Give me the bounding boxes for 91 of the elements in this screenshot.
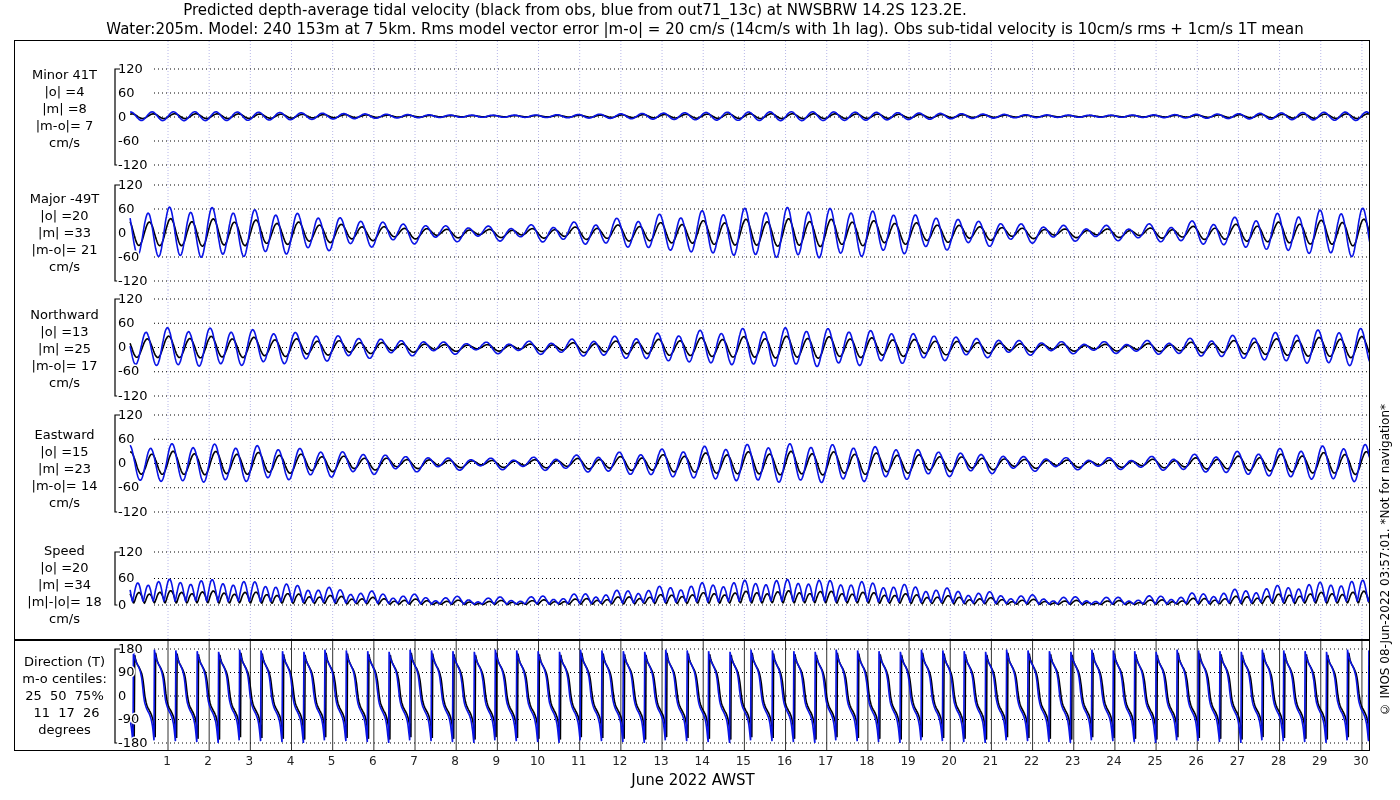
panel-label: 11 17 26: [32, 704, 100, 721]
x-tick-label: 4: [286, 754, 295, 768]
panel-label: |o| =15: [40, 442, 89, 460]
panel-label: Northward: [30, 305, 99, 323]
y-tick-label: 0: [118, 108, 127, 124]
x-tick-label: 22: [1023, 754, 1040, 768]
panel-label: |m| =25: [38, 339, 91, 357]
y-tick-label: -120: [118, 387, 148, 403]
y-tick-label: -60: [118, 363, 140, 379]
x-axis-label: June 2022 AWST: [631, 771, 755, 789]
x-tick-label: 15: [735, 754, 751, 768]
y-tick-label: 120: [118, 60, 143, 76]
y-tick-label: -180: [118, 734, 148, 750]
y-tick-label: 120: [118, 290, 143, 306]
x-tick-label: 17: [818, 754, 834, 768]
panel-label: Major -49T: [29, 190, 100, 207]
y-tick-label: 0: [118, 224, 127, 240]
x-tick-label: 19: [900, 754, 916, 768]
chart-title: Predicted depth-average tidal velocity (black from obs, blue from out71_13c) at NWSBRW 14.2S 123.2E.: [183, 1, 968, 20]
x-tick-label: 27: [1229, 754, 1246, 768]
x-tick-label: 20: [941, 754, 957, 768]
y-tick-label: 180: [118, 641, 143, 656]
y-tick-label: -60: [118, 132, 140, 148]
x-tick-label: 29: [1312, 754, 1328, 768]
panel-label: |m| =23: [38, 459, 91, 477]
y-tick-label: 60: [118, 314, 135, 330]
x-tick-label: 25: [1147, 754, 1163, 768]
panel-label: |o| =4: [44, 82, 85, 100]
panel-label: m-o centiles:: [22, 670, 107, 687]
panel-label: |m| =34: [38, 576, 91, 593]
panel-label: |m| =33: [38, 224, 91, 241]
y-tick-label: -60: [118, 248, 140, 264]
chart-subtitle: Water:205m. Model: 240 153m at 7 5km. Rms model vector error |m-o| = 20 cm/s (14cm/s with 1h lag). Obs sub-tidal velocity is 10cm/s rms + 1cm/s 1T mean: [105, 20, 1304, 39]
copyright-note: © IMOS 08-Jun-2022 03:57:01. *Not for navigation*: [1377, 403, 1393, 717]
panel-label: degrees: [38, 721, 91, 738]
x-tick-label: 30: [1353, 754, 1368, 768]
panel-label: cm/s: [49, 133, 80, 151]
panel-label: cm/s: [49, 258, 80, 275]
panel-label: |m-o|= 14: [31, 476, 98, 494]
x-tick-label: 12: [612, 754, 628, 768]
panel-label: |m|-|o|= 18: [27, 593, 102, 610]
y-tick-label: -120: [118, 503, 148, 519]
x-tick-label: 21: [982, 754, 999, 768]
x-tick-label: 13: [653, 754, 669, 768]
x-tick-label: 7: [410, 754, 418, 768]
panel-label: |o| =13: [40, 322, 89, 340]
panel-label: |m-o|= 17: [31, 356, 98, 374]
x-tick-label: 24: [1106, 754, 1122, 768]
x-tick-label: 26: [1188, 754, 1204, 768]
y-tick-label: 0: [118, 596, 127, 612]
y-tick-label: 120: [118, 176, 143, 192]
y-tick-label: -60: [118, 479, 140, 495]
panel-label: Eastward: [34, 425, 95, 443]
panel-label: |m-o|= 21: [31, 241, 98, 258]
y-tick-label: 0: [118, 339, 127, 354]
panel-label: |o| =20: [40, 559, 89, 576]
x-tick-label: 18: [859, 754, 875, 768]
x-tick-label: 16: [776, 754, 793, 768]
x-tick-label: 6: [369, 754, 377, 768]
x-tick-label: 10: [529, 754, 546, 768]
x-tick-label: 11: [571, 754, 587, 768]
panel-label: |m-o|= 7: [35, 116, 94, 134]
panel-label: |m| =8: [42, 99, 87, 117]
y-tick-label: 60: [118, 430, 135, 446]
panel-label: |o| =20: [40, 207, 89, 224]
panel-label: 25 50 75%: [25, 687, 104, 704]
x-tick-label: 5: [327, 754, 336, 768]
panel-label: cm/s: [49, 493, 80, 511]
x-tick-label: 1: [163, 754, 171, 768]
panel-label: Minor 41T: [32, 65, 97, 83]
y-tick-label: 60: [118, 200, 135, 216]
x-tick-label: 3: [245, 754, 254, 768]
y-tick-label: 60: [118, 84, 135, 100]
panel-label: cm/s: [49, 373, 80, 391]
y-tick-label: -120: [118, 272, 148, 288]
x-tick-label: 28: [1270, 754, 1287, 768]
x-tick-label: 8: [451, 754, 459, 768]
x-tick-label: 9: [492, 754, 501, 768]
x-tick-label: 2: [204, 754, 212, 768]
x-tick-label: 14: [694, 754, 710, 768]
y-tick-label: 0: [118, 687, 127, 703]
panel-label: Direction (T): [24, 653, 105, 670]
y-tick-label: 0: [118, 455, 127, 470]
y-tick-label: 120: [118, 543, 143, 559]
panel-label: Speed: [44, 542, 85, 559]
y-tick-label: 120: [118, 406, 143, 422]
x-tick-label: 23: [1065, 754, 1081, 768]
y-tick-label: 60: [118, 570, 135, 585]
panel-label: cm/s: [49, 610, 80, 627]
y-tick-label: -120: [118, 156, 148, 172]
y-axis-line: [114, 551, 121, 606]
